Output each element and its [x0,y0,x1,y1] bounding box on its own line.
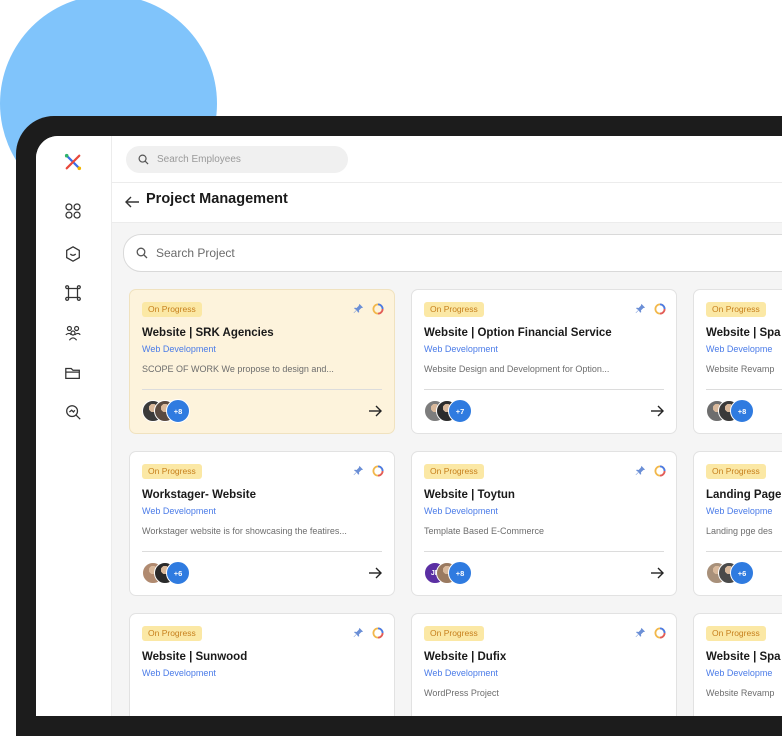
status-badge: On Progress [142,626,202,641]
progress-ring-icon [654,627,666,639]
member-avatars[interactable]: JF +8 [424,561,514,586]
card-divider [706,389,782,390]
card-divider [424,389,664,390]
status-badge: On Progress [142,464,202,479]
sidebar [36,136,112,716]
extra-members-count: +8 [730,399,754,423]
pin-icon[interactable] [635,627,646,638]
project-search-placeholder: Search Project [156,246,235,260]
main-content: Search Project On Progress Website | SRK … [112,223,782,716]
status-badge: On Progress [706,464,766,479]
card-category: Web Development [142,344,216,354]
project-card[interactable]: On Progress Website | Option Financial Se… [411,289,677,434]
project-card[interactable]: On Progress Website | SRK Agencies Web Dev… [129,289,395,434]
arrow-right-icon[interactable] [650,566,664,580]
status-badge: On Progress [424,302,484,317]
card-divider [706,551,782,552]
status-badge: On Progress [706,626,766,641]
card-category: Web Development [142,668,216,678]
project-card[interactable]: On Progress Workstager- Website Web Develo… [129,451,395,596]
progress-ring-icon [372,627,384,639]
card-title: Website | Spa [706,327,781,339]
search-insights-icon[interactable] [62,401,84,423]
project-card[interactable]: On Progress Website | Spa Web Developme Web… [693,289,782,434]
card-title: Workstager- Website [142,489,256,501]
project-card[interactable]: On Progress Website | Dufix Web Developmen… [411,613,677,716]
member-avatars[interactable]: +6 [142,561,232,586]
card-category: Web Development [424,668,498,678]
card-category: Web Development [424,506,498,516]
card-title: Website | Spa [706,651,781,663]
member-avatars[interactable]: +8 [706,399,782,424]
clients-icon[interactable] [62,243,84,265]
status-badge: On Progress [424,464,484,479]
card-category: Web Development [424,344,498,354]
extra-members-count: +8 [166,399,190,423]
card-description: Website Design and Development for Optio… [424,364,610,374]
search-icon [138,154,149,165]
status-badge: On Progress [424,626,484,641]
team-icon[interactable] [62,322,84,344]
card-divider [142,551,382,552]
card-title: Website | Sunwood [142,651,248,663]
progress-ring-icon [654,465,666,477]
member-avatars[interactable]: +6 [706,561,782,586]
extra-members-count: +7 [448,399,472,423]
card-description: Template Based E-Commerce [424,526,545,536]
folder-icon[interactable] [62,362,84,384]
card-description: Workstager website is for showcasing the… [142,526,347,536]
projects-icon[interactable] [62,282,84,304]
card-description: WordPress Project [424,688,499,698]
pin-icon[interactable] [353,303,364,314]
project-card[interactable]: On Progress Website | Spa Web Developme Web… [693,613,782,716]
progress-ring-icon [372,465,384,477]
project-card[interactable]: On Progress Website | Toytun Web Developme… [411,451,677,596]
arrow-right-icon[interactable] [368,404,382,418]
card-description: Landing pge des [706,526,773,536]
card-title: Website | Option Financial Service [424,327,612,339]
card-category: Web Developme [706,344,773,354]
extra-members-count: +6 [166,561,190,585]
employee-search-placeholder: Search Employees [157,154,241,165]
progress-ring-icon [654,303,666,315]
dashboard-icon[interactable] [62,200,84,222]
status-badge: On Progress [142,302,202,317]
card-title: Website | SRK Agencies [142,327,274,339]
member-avatars[interactable]: +7 [424,399,514,424]
card-description: Website Revamp [706,688,775,698]
arrow-right-icon[interactable] [368,566,382,580]
card-divider [142,389,382,390]
card-category: Web Developme [706,506,773,516]
extra-members-count: +6 [730,561,754,585]
extra-members-count: +8 [448,561,472,585]
page-title: Project Management [146,191,288,207]
employee-search-input[interactable]: Search Employees [126,146,348,173]
back-arrow-icon[interactable] [124,194,140,210]
card-title: Website | Dufix [424,651,507,663]
app-screen: Search Employees Project Management Sear… [36,136,782,716]
project-card[interactable]: On Progress Landing Page Web Developme Land… [693,451,782,596]
card-description: SCOPE OF WORK We propose to design and..… [142,364,334,374]
card-category: Web Developme [706,668,773,678]
pin-icon[interactable] [353,627,364,638]
project-card[interactable]: On Progress Website | Sunwood Web Developm… [129,613,395,716]
progress-ring-icon [372,303,384,315]
title-bar: Project Management [112,182,782,223]
card-divider [424,551,664,552]
pin-icon[interactable] [635,465,646,476]
logo-icon[interactable] [62,151,84,173]
card-category: Web Development [142,506,216,516]
project-search-input[interactable]: Search Project [123,234,782,272]
arrow-right-icon[interactable] [650,404,664,418]
card-title: Website | Toytun [424,489,515,501]
card-description: Website Revamp [706,364,775,374]
pin-icon[interactable] [353,465,364,476]
search-icon [136,247,148,259]
status-badge: On Progress [706,302,766,317]
member-avatars[interactable]: +8 [142,399,232,424]
top-bar: Search Employees [112,136,782,183]
card-title: Landing Page [706,489,782,501]
pin-icon[interactable] [635,303,646,314]
